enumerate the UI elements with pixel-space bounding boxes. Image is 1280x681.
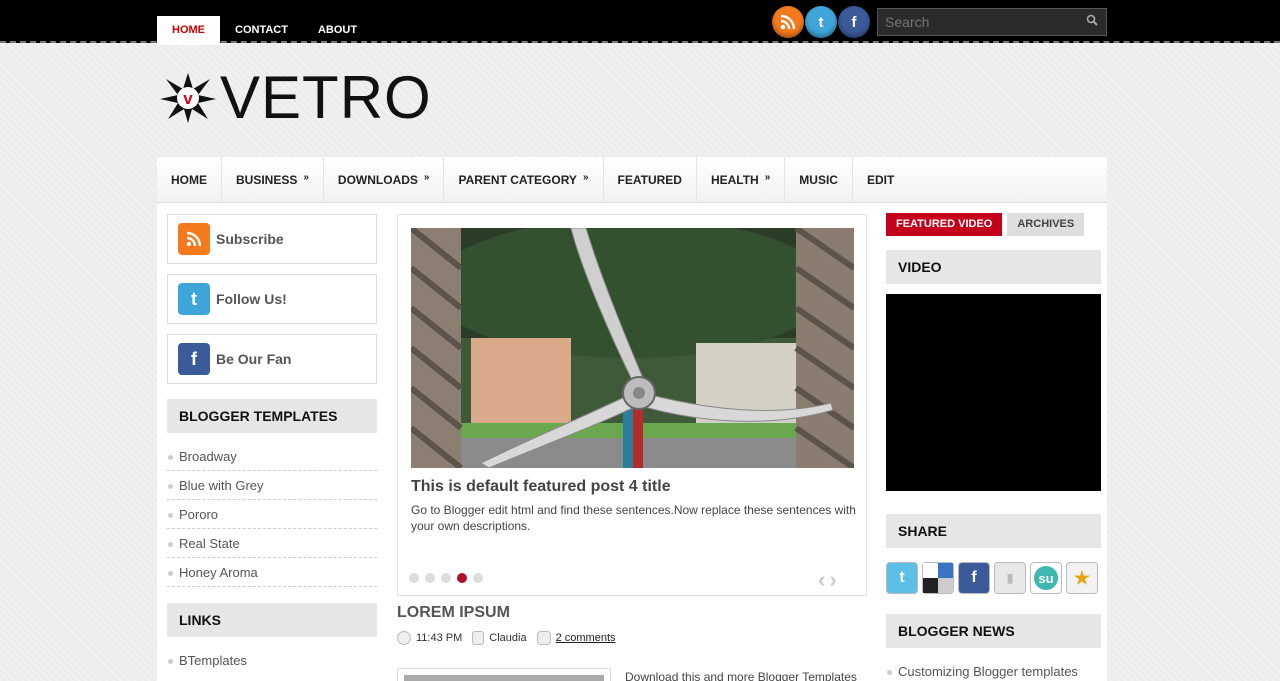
facebook-icon[interactable]: f [958, 562, 990, 594]
subscribe-label: Subscribe [216, 231, 284, 247]
top-bar: HOME CONTACT ABOUT t f [0, 0, 1280, 45]
digg-icon[interactable]: ▮ [994, 562, 1026, 594]
facebook-icon: f [178, 343, 210, 375]
share-heading: SHARE [886, 514, 1101, 548]
links-heading: LINKS [167, 603, 377, 637]
blogger-news-heading: BLOGGER NEWS [886, 614, 1101, 648]
site-logo[interactable]: v VETRO [158, 68, 432, 128]
menu-parent-category[interactable]: PARENT CATEGORY» [444, 157, 604, 203]
submenu-arrow-icon: » [423, 172, 430, 183]
delicious-icon[interactable] [922, 562, 954, 594]
list-item[interactable]: Honey Aroma [167, 558, 377, 587]
slider-arrows: ‹› [818, 567, 841, 593]
post-author[interactable]: Claudia [489, 632, 526, 644]
post-meta: 11:43 PM Claudia 2 comments [397, 631, 616, 645]
post-comments-link[interactable]: 2 comments [556, 632, 616, 644]
comment-icon [536, 631, 551, 645]
submenu-arrow-icon: » [303, 172, 309, 183]
stumbleupon-icon[interactable]: su [1030, 562, 1062, 594]
author-icon [472, 631, 485, 645]
logo-star-icon: v [160, 73, 216, 123]
svg-text:su: su [1038, 571, 1053, 586]
main-menu: HOME BUSINESS» DOWNLOADS» PARENT CATEGOR… [157, 157, 1107, 203]
topnav-contact[interactable]: CONTACT [220, 16, 303, 45]
submenu-arrow-icon: » [582, 172, 589, 183]
topnav-home[interactable]: HOME [157, 16, 220, 45]
post-thumbnail[interactable] [397, 668, 611, 681]
blogger-templates-heading: BLOGGER TEMPLATES [167, 399, 377, 433]
post-title[interactable]: LOREM IPSUM [397, 604, 510, 622]
list-item[interactable]: Pororo [167, 500, 377, 529]
fan-label: Be Our Fan [216, 351, 292, 367]
share-icons: t f ▮ su ★ [886, 562, 1098, 594]
search-input[interactable] [878, 14, 1078, 30]
video-heading: VIDEO [886, 250, 1101, 284]
menu-featured[interactable]: FEATURED [604, 157, 697, 203]
menu-music[interactable]: MUSIC [785, 157, 853, 203]
rss-icon [178, 223, 210, 255]
top-nav: HOME CONTACT ABOUT [157, 16, 372, 45]
list-item[interactable]: Blue with Grey [167, 471, 377, 500]
right-tabs: FEATURED VIDEO ARCHIVES [886, 213, 1085, 236]
post-snippet: Download this and more Blogger Templates [625, 670, 857, 681]
video-player[interactable] [886, 294, 1101, 491]
search-box [877, 8, 1107, 36]
blogger-news-list: Customizing Blogger templates [886, 657, 1101, 681]
twitter-icon: t [178, 283, 210, 315]
subscribe-button[interactable]: Subscribe [167, 214, 377, 264]
slide-description: Go to Blogger edit html and find these s… [411, 503, 856, 533]
logo-text: VETRO [220, 64, 432, 131]
menu-home[interactable]: HOME [157, 157, 222, 203]
post-time: 11:43 PM [416, 632, 463, 644]
slide-title[interactable]: This is default featured post 4 title [411, 478, 671, 496]
blogger-templates-list: Broadway Blue with Grey Pororo Real Stat… [167, 442, 377, 587]
twitter-icon[interactable]: t [805, 6, 837, 38]
slider-dot[interactable] [441, 573, 451, 583]
svg-text:v: v [183, 89, 193, 108]
menu-edit[interactable]: EDIT [853, 157, 908, 203]
menu-business[interactable]: BUSINESS» [222, 157, 324, 203]
list-item[interactable]: Broadway [167, 442, 377, 471]
tab-featured-video[interactable]: FEATURED VIDEO [886, 213, 1003, 236]
favorite-icon[interactable]: ★ [1066, 562, 1098, 594]
follow-label: Follow Us! [216, 291, 287, 307]
list-item[interactable]: Real State [167, 529, 377, 558]
rss-icon[interactable] [772, 6, 804, 38]
topnav-about[interactable]: ABOUT [303, 16, 372, 45]
submenu-arrow-icon: » [764, 172, 771, 183]
follow-button[interactable]: t Follow Us! [167, 274, 377, 324]
links-list: BTemplates [167, 646, 377, 675]
search-icon[interactable] [1086, 14, 1098, 29]
next-arrow-icon[interactable]: › [829, 567, 840, 592]
list-item[interactable]: BTemplates [167, 646, 377, 675]
menu-downloads[interactable]: DOWNLOADS» [324, 157, 445, 203]
slider-dot[interactable] [409, 573, 419, 583]
fan-button[interactable]: f Be Our Fan [167, 334, 377, 384]
facebook-icon[interactable]: f [838, 6, 870, 38]
twitter-icon[interactable]: t [886, 562, 918, 594]
clock-icon [397, 631, 411, 645]
slider-dot-active[interactable] [457, 573, 467, 583]
featured-slider: This is default featured post 4 title Go… [397, 214, 867, 596]
slider-dot[interactable] [473, 573, 483, 583]
slider-dots [409, 573, 483, 583]
social-top: t f [772, 6, 871, 38]
prev-arrow-icon[interactable]: ‹ [818, 567, 829, 592]
slider-dot[interactable] [425, 573, 435, 583]
slide-image[interactable] [411, 228, 854, 468]
list-item[interactable]: Customizing Blogger templates [886, 657, 1101, 681]
tab-archives[interactable]: ARCHIVES [1007, 213, 1085, 236]
menu-health[interactable]: HEALTH» [697, 157, 786, 203]
